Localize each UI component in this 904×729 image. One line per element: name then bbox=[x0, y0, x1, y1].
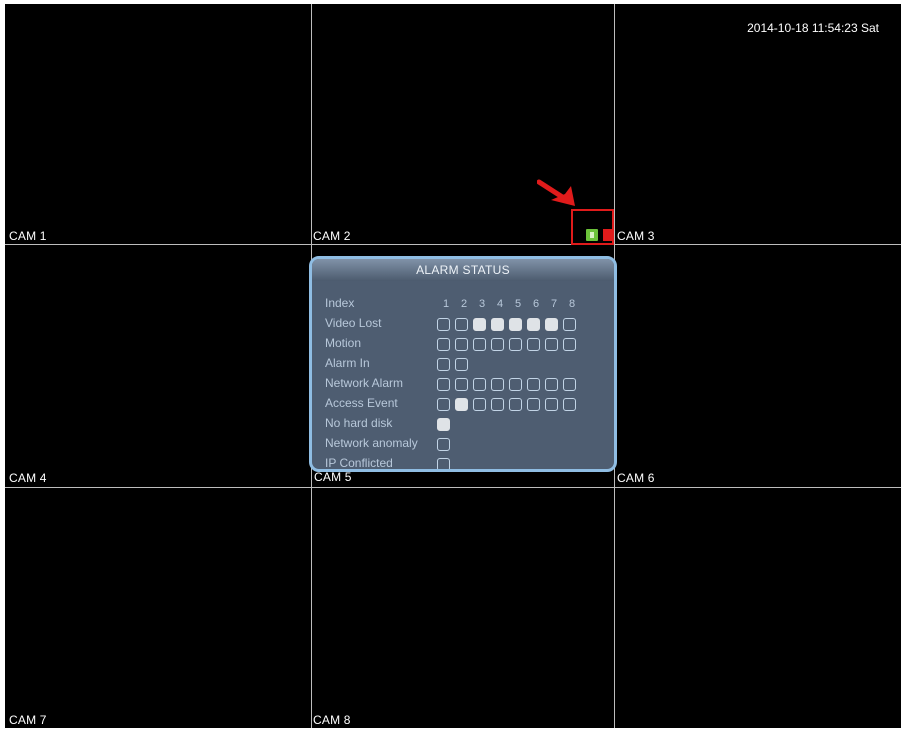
alarm-indicator-inactive bbox=[455, 378, 468, 391]
channel-index: 1 bbox=[442, 298, 450, 310]
alarm-indicator-inactive bbox=[473, 378, 486, 391]
alarm-status-table: Index 12345678 Video Lost Motion Alarm In N… bbox=[325, 295, 606, 470]
camera-label: CAM 8 bbox=[313, 713, 351, 727]
alarm-indicator-active bbox=[455, 398, 468, 411]
camera-label: CAM 4 bbox=[9, 471, 47, 485]
channel-index: 5 bbox=[514, 298, 522, 310]
alarm-indicator-inactive bbox=[527, 398, 540, 411]
alarm-row: No hard disk bbox=[325, 415, 606, 435]
alarm-indicator-active bbox=[473, 318, 486, 331]
alarm-status-dialog: ALARM STATUS Index 12345678 Video Lost Mo… bbox=[309, 256, 617, 472]
alarm-row-label: Network Alarm bbox=[325, 376, 404, 390]
camera-grid-screen: 2014-10-18 11:54:23 Sat CAM 1 CAM 2 CAM … bbox=[5, 4, 901, 728]
dialog-title: ALARM STATUS bbox=[312, 259, 614, 281]
alarm-indicator-inactive bbox=[509, 338, 522, 351]
alarm-row: Network anomaly bbox=[325, 435, 606, 455]
alarm-indicator-inactive bbox=[509, 398, 522, 411]
alarm-indicator-inactive bbox=[455, 358, 468, 371]
alarm-indicator-inactive bbox=[437, 398, 450, 411]
alarm-status-icon[interactable] bbox=[586, 229, 598, 241]
alarm-indicator-inactive bbox=[527, 378, 540, 391]
alarm-row-label: Network anomaly bbox=[325, 436, 418, 450]
alarm-indicator-inactive bbox=[437, 438, 450, 451]
camera-tile-8[interactable] bbox=[312, 488, 614, 728]
alarm-indicator-inactive bbox=[545, 398, 558, 411]
channel-index: 7 bbox=[550, 298, 558, 310]
alarm-indicator-inactive bbox=[437, 318, 450, 331]
alarm-channel-boxes bbox=[437, 438, 455, 451]
alarm-indicator-inactive bbox=[563, 318, 576, 331]
camera-tile-1[interactable] bbox=[5, 4, 311, 244]
alarm-row: Video Lost bbox=[325, 315, 606, 335]
alarm-row: Alarm In bbox=[325, 355, 606, 375]
alarm-channel-boxes bbox=[437, 378, 581, 391]
alarm-indicator-active bbox=[545, 318, 558, 331]
alarm-channel-boxes bbox=[437, 458, 455, 469]
alarm-indicator-active bbox=[437, 418, 450, 431]
alarm-channel-boxes bbox=[437, 418, 455, 431]
alarm-row-label: Alarm In bbox=[325, 356, 370, 370]
camera-tile-6[interactable] bbox=[615, 245, 901, 487]
camera-label: CAM 2 bbox=[313, 229, 351, 243]
alarm-indicator-inactive bbox=[527, 338, 540, 351]
alarm-indicator-inactive bbox=[491, 378, 504, 391]
alarm-channel-boxes bbox=[437, 338, 581, 351]
alarm-indicator-inactive bbox=[473, 338, 486, 351]
alarm-indicator-inactive bbox=[545, 338, 558, 351]
camera-label: CAM 3 bbox=[617, 229, 655, 243]
camera-label: CAM 7 bbox=[9, 713, 47, 727]
camera-tile-3[interactable] bbox=[615, 4, 901, 244]
alarm-row: Access Event bbox=[325, 395, 606, 415]
index-label: Index bbox=[325, 296, 355, 310]
alarm-indicator-active bbox=[491, 318, 504, 331]
alarm-indicator-inactive bbox=[455, 318, 468, 331]
camera-tile-4[interactable] bbox=[5, 245, 311, 487]
channel-index: 2 bbox=[460, 298, 468, 310]
alarm-indicator-inactive bbox=[563, 378, 576, 391]
channel-index: 8 bbox=[568, 298, 576, 310]
alarm-indicator-inactive bbox=[473, 398, 486, 411]
channel-index: 3 bbox=[478, 298, 486, 310]
alarm-row-label: No hard disk bbox=[325, 416, 393, 430]
alarm-channel-boxes bbox=[437, 358, 473, 371]
camera-label: CAM 6 bbox=[617, 471, 655, 485]
alarm-row: IP Conflicted bbox=[325, 455, 606, 470]
alarm-row: Network Alarm bbox=[325, 375, 606, 395]
alarm-indicator-inactive bbox=[491, 338, 504, 351]
camera-label: CAM 1 bbox=[9, 229, 47, 243]
alarm-indicator-inactive bbox=[545, 378, 558, 391]
alarm-indicator-active bbox=[527, 318, 540, 331]
alarm-indicator-inactive bbox=[437, 378, 450, 391]
alarm-channel-boxes bbox=[437, 318, 581, 331]
alarm-indicator-inactive bbox=[437, 358, 450, 371]
alarm-row-label: Access Event bbox=[325, 396, 398, 410]
alarm-row-label: Video Lost bbox=[325, 316, 382, 330]
channel-index: 6 bbox=[532, 298, 540, 310]
alarm-row: Motion bbox=[325, 335, 606, 355]
record-indicator-icon bbox=[603, 229, 613, 241]
index-row: Index 12345678 bbox=[325, 295, 606, 315]
alarm-indicator-inactive bbox=[437, 458, 450, 469]
alarm-indicator-inactive bbox=[437, 338, 450, 351]
camera-label: CAM 5 bbox=[314, 470, 352, 484]
channel-index-list: 12345678 bbox=[437, 298, 581, 310]
alarm-indicator-inactive bbox=[509, 378, 522, 391]
arrow-pointer-icon bbox=[537, 179, 575, 206]
alarm-indicator-inactive bbox=[491, 398, 504, 411]
alarm-row-label: IP Conflicted bbox=[325, 456, 393, 470]
camera-tile-7[interactable] bbox=[5, 488, 311, 728]
alarm-indicator-inactive bbox=[563, 398, 576, 411]
alarm-channel-boxes bbox=[437, 398, 581, 411]
alarm-indicator-inactive bbox=[563, 338, 576, 351]
alarm-indicator-active bbox=[509, 318, 522, 331]
channel-index: 4 bbox=[496, 298, 504, 310]
alarm-row-label: Motion bbox=[325, 336, 362, 350]
alarm-indicator-inactive bbox=[455, 338, 468, 351]
